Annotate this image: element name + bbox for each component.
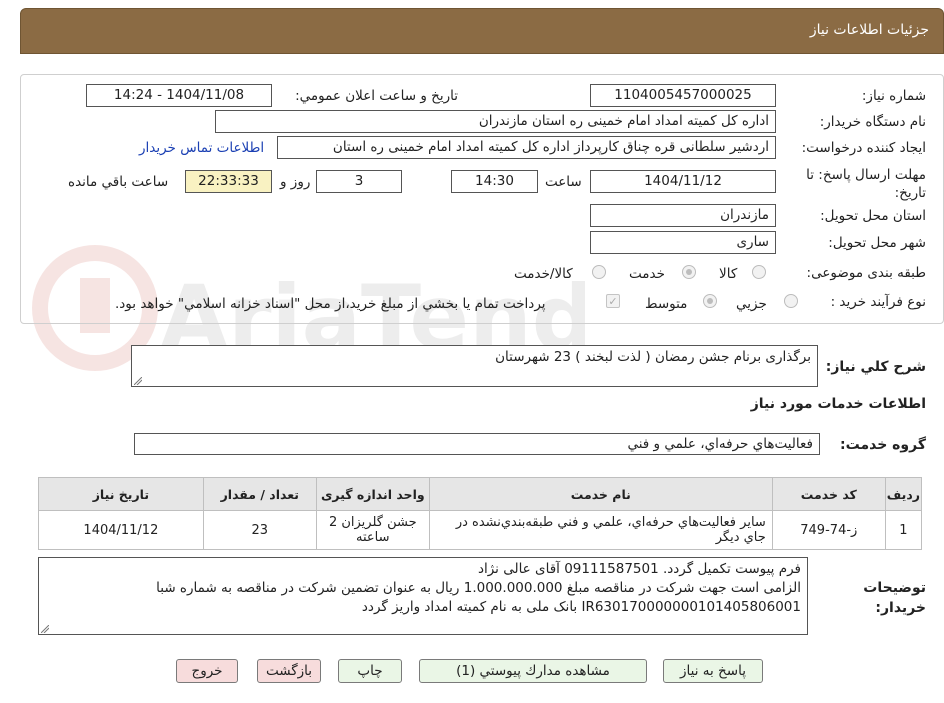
col-unit: واحد اندازه گيری xyxy=(315,477,430,511)
reply-button[interactable]: پاسخ به نياز xyxy=(663,659,763,683)
treasury-checkbox[interactable]: ✓ xyxy=(606,294,620,308)
service-group-label: گروه خدمت: xyxy=(840,437,926,453)
view-attachments-button[interactable]: مشاهده مدارك پيوستي (1) xyxy=(419,659,647,683)
process-radio-minor[interactable] xyxy=(784,294,798,308)
requester-label: ايجاد كننده درخواست: xyxy=(801,140,926,156)
category-radio-goods-service[interactable] xyxy=(592,265,606,279)
description-label: شرح كلي نياز: xyxy=(825,359,926,375)
buyer-note-line: فرم پیوست تکمیل گردد. 09111587501 آقای ع… xyxy=(477,561,801,577)
announce-label: تاریخ و ساعت اعلان عمومي: xyxy=(295,88,458,104)
deadline-time: 14:30 xyxy=(451,170,538,193)
buyer-org-value: اداره کل کمیته امداد امام خمینی ره استان… xyxy=(215,110,776,133)
days-label: روز و xyxy=(280,174,311,190)
col-need-date: تاريخ نياز xyxy=(38,477,204,511)
col-row-number: رديف xyxy=(884,477,923,511)
need-number-value: 1104005457000025 xyxy=(590,84,776,107)
cell-quantity: 23 xyxy=(202,510,317,550)
deadline-label: مهلت ارسال پاسخ: تا تاريخ: xyxy=(806,167,926,201)
category-option-service: خدمت xyxy=(629,266,665,282)
resize-grip-icon[interactable] xyxy=(134,377,142,385)
process-label: نوع فرآيند خريد : xyxy=(830,294,926,310)
requester-value: اردشیر سلطانی قره چناق کارپرداز اداره کل… xyxy=(277,136,776,159)
need-number-label: شماره نیاز: xyxy=(861,88,926,104)
days-remaining: 3 xyxy=(316,170,402,193)
province-value: مازندران xyxy=(590,204,776,227)
cell-row-number: 1 xyxy=(884,510,923,550)
deadline-time-label: ساعت xyxy=(545,174,582,190)
col-quantity: تعداد / مقدار xyxy=(202,477,317,511)
cell-need-date: 1404/11/12 xyxy=(38,510,204,550)
remaining-label: ساعت باقي مانده xyxy=(68,174,169,190)
service-group-value: فعاليت‌هاي حرفه‌اي، علمي و فني xyxy=(134,433,820,455)
page-header: جزئیات اطلاعات نیاز xyxy=(20,8,944,54)
page-title: جزئیات اطلاعات نیاز xyxy=(809,22,929,38)
category-label: طبقه بندی موضوعی: xyxy=(806,265,926,281)
services-section-title: اطلاعات خدمات مورد نياز xyxy=(750,396,926,412)
col-service-name: نام خدمت xyxy=(428,477,773,511)
buyer-notes-label: توضيحات خريدار: xyxy=(863,580,926,616)
col-service-code: كد خدمت xyxy=(771,477,886,511)
services-table: رديف كد خدمت نام خدمت واحد اندازه گيری ت… xyxy=(38,477,923,550)
table-row: 1 ز-74-749 ساير فعاليت‌هاي حرفه‌اي، علمي… xyxy=(38,510,923,550)
process-option-medium: متوسط xyxy=(645,296,688,312)
category-option-goods-service: كالا/خدمت xyxy=(514,266,573,282)
buyer-note-line: الزامی است جهت شرکت در مناقصه مبلغ 1.000… xyxy=(156,580,801,596)
announce-value: 1404/11/08 - 14:24 xyxy=(86,84,272,107)
process-radio-medium[interactable] xyxy=(703,294,717,308)
category-option-goods: كالا xyxy=(719,266,738,282)
cell-service-name: ساير فعاليت‌هاي حرفه‌اي، علمي و فني طبقه… xyxy=(428,510,773,550)
buyer-contact-link[interactable]: اطلاعات تماس خريدار xyxy=(139,140,264,156)
buyer-org-label: نام دستگاه خريدار: xyxy=(819,114,926,130)
category-radio-goods[interactable] xyxy=(752,265,766,279)
description-textarea: برگذاری برنام جشن رمضان ( لذت لبخند ) 23… xyxy=(131,345,818,387)
deadline-date: 1404/11/12 xyxy=(590,170,776,193)
city-value: ساری xyxy=(590,231,776,254)
buyer-notes-textarea: فرم پیوست تکمیل گردد. 09111587501 آقای ع… xyxy=(38,557,808,635)
process-option-minor: جزيي xyxy=(736,296,767,312)
city-label: شهر محل تحويل: xyxy=(828,235,926,251)
cell-service-code: ز-74-749 xyxy=(771,510,886,550)
print-button[interactable]: چاپ xyxy=(338,659,402,683)
remaining-time: 22:33:33 xyxy=(185,170,272,193)
category-radio-service[interactable] xyxy=(682,265,696,279)
exit-button[interactable]: خروج xyxy=(176,659,238,683)
payment-note: پرداخت تمام يا بخشي از مبلغ خريد،از محل … xyxy=(115,296,546,312)
cell-unit: جشن گلریزان 2 ساعته xyxy=(315,510,430,550)
buyer-note-line: IR630170000000101405806001 بانک ملی به ن… xyxy=(361,599,801,615)
description-text: برگذاری برنام جشن رمضان ( لذت لبخند ) 23… xyxy=(495,349,811,365)
resize-grip-icon[interactable] xyxy=(41,625,49,633)
table-header-row: رديف كد خدمت نام خدمت واحد اندازه گيری ت… xyxy=(38,477,923,511)
province-label: استان محل تحويل: xyxy=(820,208,926,224)
back-button[interactable]: بازگشت xyxy=(257,659,321,683)
